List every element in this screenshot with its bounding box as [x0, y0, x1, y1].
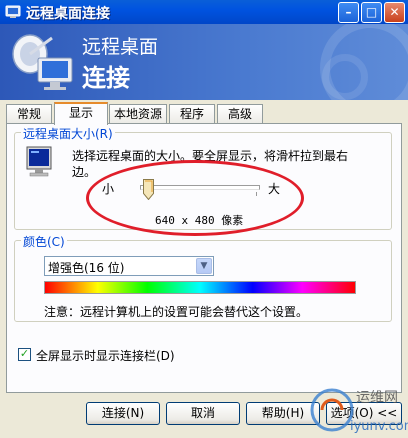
svg-text:iyunv.com: iyunv.com	[350, 419, 408, 434]
color-depth-select[interactable]: 增强色(16 位) ▼	[44, 256, 214, 276]
tab-strip: 常规 显示 本地资源 程序 高级	[6, 102, 402, 125]
window-title: 远程桌面连接	[26, 6, 110, 22]
svg-text:运维网: 运维网	[356, 390, 398, 406]
fullscreen-bar-checkbox[interactable]: ✓	[18, 348, 31, 361]
tab-general[interactable]: 常规	[6, 104, 52, 123]
remote-desktop-logo-icon	[12, 34, 73, 90]
annotation-oval	[86, 160, 304, 236]
chevron-down-icon[interactable]: ▼	[196, 258, 212, 274]
minimize-button[interactable]: –	[338, 2, 359, 23]
cancel-button[interactable]: 取消	[166, 402, 240, 425]
tab-local-resources[interactable]: 本地资源	[109, 104, 167, 123]
connect-button[interactable]: 连接(N)	[86, 402, 160, 425]
color-note: 注意：远程计算机上的设置可能会替代这个设置。	[44, 305, 309, 319]
tab-advanced[interactable]: 高级	[217, 104, 263, 123]
tab-programs[interactable]: 程序	[169, 104, 215, 123]
remote-desktop-window: 远程桌面连接 – □ ✕ 远程桌面 连接 常规 显示 本地资源 程序 高级 远程…	[0, 0, 408, 438]
site-watermark-logo: 运维网 iyunv.com	[310, 388, 408, 434]
display-size-title: 远程桌面大小(R)	[21, 125, 115, 142]
maximize-button[interactable]: □	[361, 2, 382, 23]
header-banner: 远程桌面 连接	[0, 24, 408, 100]
close-button[interactable]: ✕	[384, 2, 405, 23]
banner-line-2: 连接	[82, 64, 130, 92]
colors-title: 颜色(C)	[21, 233, 67, 250]
fullscreen-bar-label[interactable]: 全屏显示时显示连接栏(D)	[36, 347, 175, 364]
remote-desktop-icon	[5, 5, 21, 18]
banner-line-1: 远程桌面	[82, 36, 159, 58]
title-bar[interactable]: 远程桌面连接 – □ ✕	[0, 0, 408, 24]
color-depth-value: 增强色(16 位)	[48, 261, 125, 275]
color-spectrum-bar	[44, 281, 356, 294]
tab-display[interactable]: 显示	[54, 102, 108, 125]
banner-watermark-ring-small	[322, 54, 368, 100]
monitor-icon	[26, 146, 52, 177]
help-button[interactable]: 帮助(H)	[246, 402, 320, 425]
